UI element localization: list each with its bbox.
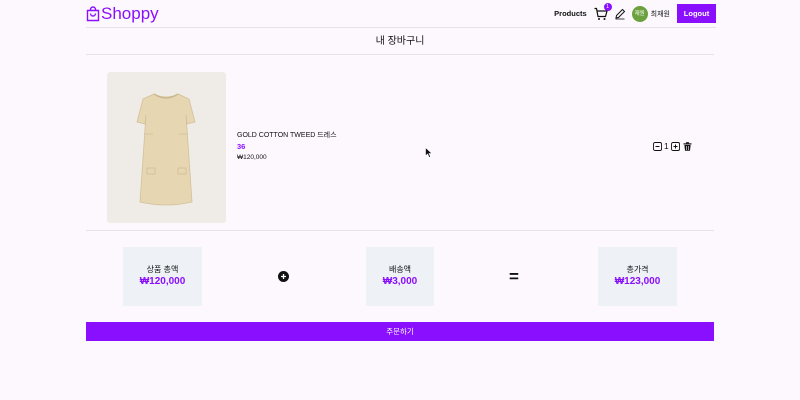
page-title: 내 장바구니 xyxy=(86,28,714,55)
order-button[interactable]: 주문하기 xyxy=(86,322,714,341)
avatar: 재원 xyxy=(631,5,648,22)
cart-link[interactable]: 1 xyxy=(594,2,612,21)
logout-button[interactable]: Logout xyxy=(677,4,716,23)
mouse-cursor-icon xyxy=(425,147,433,158)
total-label: 총가격 xyxy=(626,265,649,274)
equals-icon: = xyxy=(509,267,519,286)
item-name: GOLD COTTON TWEED 드레스 xyxy=(237,132,337,139)
item-price: ₩120,000 xyxy=(237,154,267,161)
total-box: 총가격 ₩123,000 xyxy=(598,247,677,306)
subtotal-box: 상품 총액 ₩120,000 xyxy=(123,247,202,306)
shopping-bag-icon xyxy=(86,6,100,22)
product-image xyxy=(107,72,226,223)
pencil-icon[interactable] xyxy=(614,8,626,20)
trash-icon[interactable] xyxy=(683,142,692,151)
item-info: GOLD COTTON TWEED 드레스 36 ₩120,000 xyxy=(237,131,337,163)
nav-products-link[interactable]: Products xyxy=(554,9,587,18)
subtotal-value: ₩120,000 xyxy=(139,276,186,287)
dress-illustration xyxy=(136,93,196,206)
logo-link[interactable]: Shoppy xyxy=(86,4,159,24)
shipping-box: 배송액 ₩3,000 xyxy=(366,247,434,306)
quantity-stepper: 1 xyxy=(653,142,692,151)
shipping-value: ₩3,000 xyxy=(382,276,418,287)
logo-text: Shoppy xyxy=(101,4,159,23)
plus-square-icon[interactable] xyxy=(670,142,680,151)
cart-count-badge: 1 xyxy=(603,2,612,11)
top-navbar: Shoppy Products 1 재원 최재원 Logout xyxy=(86,0,716,28)
minus-square-icon[interactable] xyxy=(653,142,662,151)
cart-item: GOLD COTTON TWEED 드레스 36 ₩120,000 1 xyxy=(86,55,714,231)
shipping-label: 배송액 xyxy=(388,265,412,274)
subtotal-label: 상품 총액 xyxy=(146,265,179,274)
username: 최재원 xyxy=(650,10,670,18)
plus-circle-icon xyxy=(278,271,289,282)
quantity-value: 1 xyxy=(664,141,669,151)
total-value: ₩123,000 xyxy=(614,276,661,287)
nav-menu: Products 1 재원 최재원 Logout xyxy=(554,2,716,23)
item-size: 36 xyxy=(237,142,246,151)
